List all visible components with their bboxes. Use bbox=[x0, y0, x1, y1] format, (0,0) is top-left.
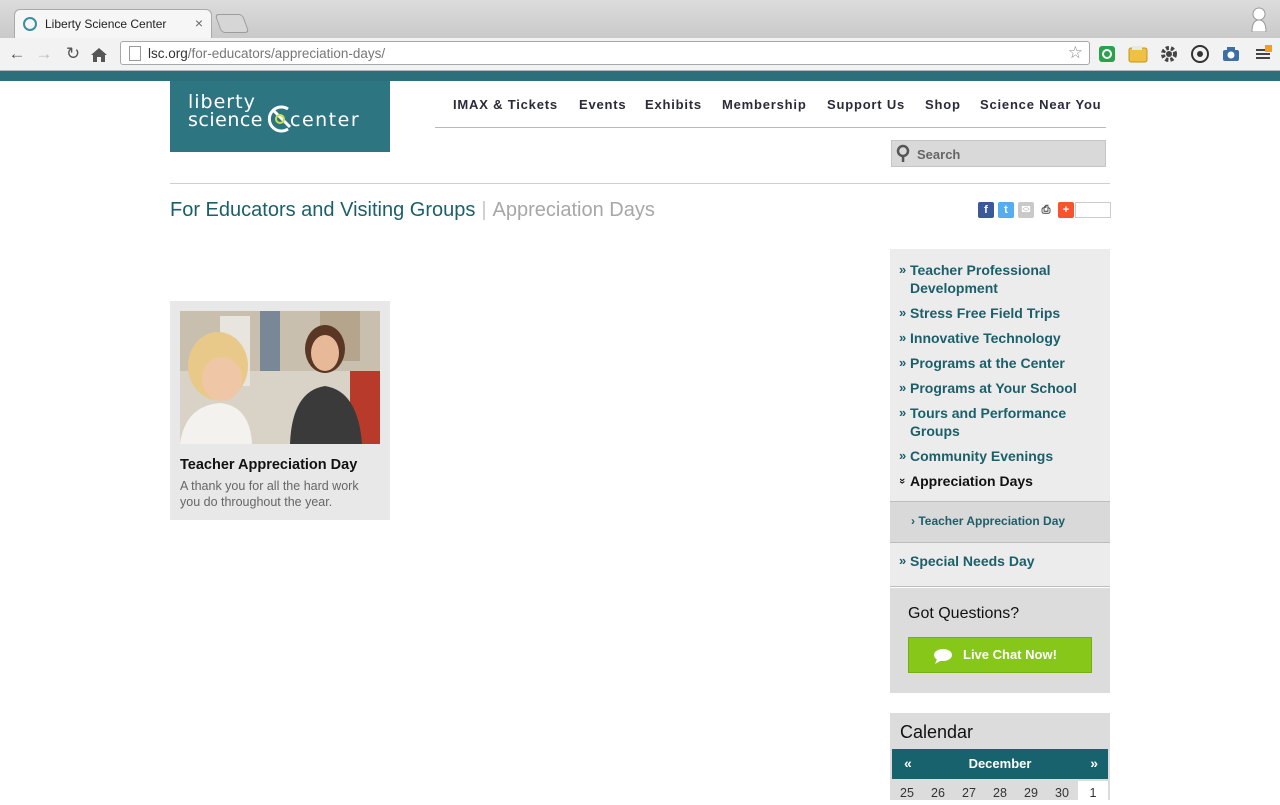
extension-folder-icon[interactable] bbox=[1128, 44, 1148, 64]
extension-circle-icon[interactable] bbox=[1190, 44, 1210, 64]
header-divider bbox=[170, 183, 1110, 184]
calendar-prev-button[interactable]: « bbox=[904, 755, 912, 771]
url-text: lsc.org/for-educators/appreciation-days/ bbox=[148, 46, 386, 61]
sidebar-item-teacher-professional-development[interactable]: » Teacher Professional Development bbox=[899, 261, 1099, 297]
calendar-month: December bbox=[968, 756, 1032, 771]
sidebar-item-tours-and-performance-groups[interactable]: » Tours and Performance Groups bbox=[899, 404, 1099, 440]
nav-item-events[interactable]: Events bbox=[579, 97, 626, 112]
sidebar-subitem-teacher-appreciation-day[interactable]: › Teacher Appreciation Day bbox=[911, 514, 1065, 528]
profile-icon[interactable] bbox=[1250, 6, 1268, 32]
back-icon[interactable]: ← bbox=[6, 43, 28, 65]
sidebar-item-special-needs-day[interactable]: » Special Needs Day bbox=[899, 552, 1099, 570]
page-title: For Educators and Visiting Groups | Apprec… bbox=[170, 199, 655, 222]
chrome-menu-icon[interactable] bbox=[1253, 44, 1273, 64]
reload-icon[interactable]: ↻ bbox=[62, 43, 84, 65]
site-top-bar bbox=[0, 71, 1280, 81]
page-icon bbox=[129, 46, 141, 61]
address-bar[interactable]: lsc.org/for-educators/appreciation-days/… bbox=[120, 41, 1090, 65]
twitter-share-icon[interactable]: t bbox=[998, 202, 1014, 218]
nav-item-science-near-you[interactable]: Science Near You bbox=[980, 97, 1101, 112]
chat-bubble-icon bbox=[934, 649, 952, 664]
sidebar-item-appreciation-days[interactable]: » Appreciation Days bbox=[896, 472, 1099, 490]
sidebar-item-innovative-technology[interactable]: » Innovative Technology bbox=[899, 329, 1099, 347]
extension-camera-icon[interactable] bbox=[1221, 44, 1241, 64]
email-share-icon[interactable]: ✉ bbox=[1018, 202, 1034, 218]
calendar-title: Calendar bbox=[900, 722, 974, 742]
calendar-next-button[interactable]: » bbox=[1090, 755, 1098, 771]
search-input[interactable] bbox=[917, 145, 1097, 163]
calendar-day-today[interactable]: 1 bbox=[1078, 781, 1108, 800]
card-description: A thank you for all the hard work you do… bbox=[180, 479, 359, 509]
main-nav: IMAX & Tickets Events Exhibits Membershi… bbox=[435, 97, 1106, 128]
new-tab-button[interactable] bbox=[214, 14, 250, 33]
sidebar-item-community-evenings[interactable]: » Community Evenings bbox=[899, 447, 1099, 465]
nav-item-exhibits[interactable]: Exhibits bbox=[645, 97, 702, 112]
logo-text-science: science bbox=[188, 109, 263, 131]
tab-close-icon[interactable]: × bbox=[195, 15, 203, 31]
logo-text-center: center bbox=[290, 109, 361, 131]
calendar-day[interactable]: 28 bbox=[985, 781, 1015, 800]
sidebar-subnav: › Teacher Appreciation Day bbox=[890, 501, 1110, 543]
calendar-header: December « » bbox=[892, 749, 1108, 779]
settings-gear-icon[interactable] bbox=[1159, 44, 1179, 64]
calendar-day[interactable]: 29 bbox=[1016, 781, 1046, 800]
live-chat-button[interactable]: Live Chat Now! bbox=[908, 637, 1092, 673]
nav-item-imax-tickets[interactable]: IMAX & Tickets bbox=[453, 97, 558, 112]
calendar-day[interactable]: 26 bbox=[923, 781, 953, 800]
browser-tab-strip: Liberty Science Center × bbox=[0, 0, 1280, 39]
sidebar-item-stress-free-field-trips[interactable]: » Stress Free Field Trips bbox=[899, 304, 1099, 322]
calendar-widget: Calendar December « » 25 26 27 28 29 30 … bbox=[890, 713, 1110, 800]
live-chat-label: Live Chat Now! bbox=[963, 647, 1057, 662]
card-title[interactable]: Teacher Appreciation Day bbox=[180, 457, 357, 473]
got-questions-panel: Got Questions? Live Chat Now! bbox=[890, 588, 1110, 693]
sidebar-item-programs-at-your-school[interactable]: » Programs at Your School bbox=[899, 379, 1099, 397]
breadcrumb-parent[interactable]: For Educators and Visiting Groups bbox=[170, 199, 475, 221]
share-count-box bbox=[1075, 202, 1111, 218]
home-icon[interactable] bbox=[90, 47, 108, 63]
nav-item-membership[interactable]: Membership bbox=[722, 97, 807, 112]
questions-title: Got Questions? bbox=[908, 605, 1020, 622]
sidebar-nav: » Teacher Professional Development » Stres… bbox=[890, 249, 1110, 587]
nav-item-support-us[interactable]: Support Us bbox=[827, 97, 905, 112]
search-icon[interactable] bbox=[895, 144, 913, 164]
print-icon[interactable]: ⎙ bbox=[1038, 202, 1054, 218]
search-box bbox=[891, 140, 1106, 167]
breadcrumb-current: Appreciation Days bbox=[492, 199, 655, 221]
site-logo[interactable]: liberty science center bbox=[170, 81, 390, 152]
nav-item-shop[interactable]: Shop bbox=[925, 97, 961, 112]
sidebar-divider bbox=[890, 586, 1110, 587]
breadcrumb-separator: | bbox=[481, 199, 487, 221]
calendar-day[interactable]: 27 bbox=[954, 781, 984, 800]
forward-icon[interactable]: → bbox=[33, 43, 55, 65]
facebook-share-icon[interactable]: f bbox=[978, 202, 994, 218]
tab-title: Liberty Science Center bbox=[45, 17, 167, 31]
browser-toolbar: ← → ↻ lsc.org/for-educators/appreciation… bbox=[0, 38, 1280, 71]
sidebar-item-programs-at-the-center[interactable]: » Programs at the Center bbox=[899, 354, 1099, 372]
addthis-share-icon[interactable]: + bbox=[1058, 202, 1074, 218]
calendar-day[interactable]: 30 bbox=[1047, 781, 1077, 800]
site-favicon-icon bbox=[23, 17, 37, 31]
calendar-day[interactable]: 25 bbox=[892, 781, 922, 800]
calendar-week-row: 25 26 27 28 29 30 1 bbox=[892, 781, 1108, 800]
teachers-photo bbox=[180, 311, 380, 444]
extension-sync-icon[interactable] bbox=[1097, 44, 1117, 64]
browser-tab[interactable]: Liberty Science Center × bbox=[14, 9, 212, 39]
bookmark-star-icon[interactable]: ☆ bbox=[1068, 43, 1083, 63]
teacher-appreciation-card[interactable]: Teacher Appreciation Day A thank you for… bbox=[170, 301, 390, 520]
